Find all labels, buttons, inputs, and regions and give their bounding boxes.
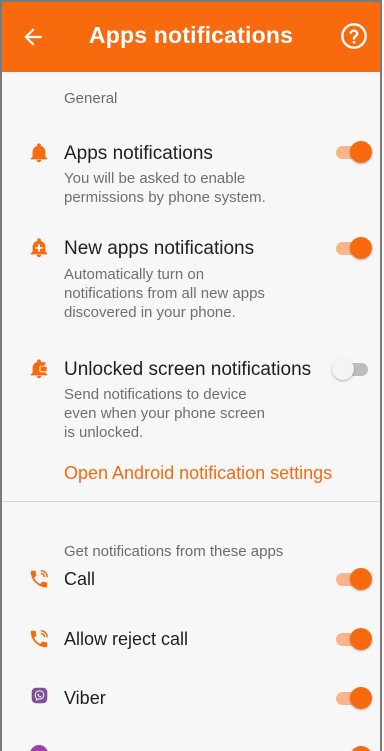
- section-apps-label: Get notifications from these apps: [64, 543, 284, 560]
- page-title: Apps notifications: [88, 22, 294, 48]
- app-icon: [30, 745, 48, 751]
- app-call-toggle[interactable]: [334, 568, 372, 590]
- toggle-knob: [350, 237, 372, 259]
- new-apps-notifications-toggle[interactable]: [334, 237, 372, 259]
- toggle-knob: [350, 746, 372, 751]
- toggle-knob: [350, 628, 372, 650]
- phone-reject-icon: [30, 630, 48, 648]
- app-toggle-partial[interactable]: [334, 746, 372, 751]
- toggle-knob: [350, 141, 372, 163]
- app-call-label: Call: [64, 569, 96, 589]
- apps-notifications-title: Apps notifications: [64, 143, 213, 164]
- screen: Apps notifications General Apps notifica…: [0, 0, 382, 751]
- unlocked-screen-notifications-toggle[interactable]: [332, 358, 370, 380]
- divider: [2, 501, 380, 502]
- new-apps-notifications-title: New apps notifications: [64, 238, 255, 259]
- desc-line: Send notifications to device: [64, 386, 247, 403]
- desc-line: permissions by phone system.: [64, 189, 266, 206]
- apps-notifications-toggle[interactable]: [334, 141, 372, 163]
- app-viber-toggle[interactable]: [334, 687, 372, 709]
- app-viber-label: Viber: [64, 688, 106, 708]
- toggle-knob: [350, 687, 372, 709]
- app-allow-reject-call-toggle[interactable]: [334, 628, 372, 650]
- open-android-notification-settings-link[interactable]: Open Android notification settings: [64, 463, 332, 484]
- viber-icon: [31, 687, 48, 704]
- desc-line: is unlocked.: [64, 424, 144, 441]
- new-bell-icon: [30, 238, 48, 258]
- app-allow-reject-call-label: Allow reject call: [64, 629, 189, 649]
- unlocked-screen-notifications-title: Unlocked screen notifications: [64, 359, 312, 380]
- apps-notifications-desc: You will be asked to enable permissions …: [64, 169, 266, 207]
- new-apps-notifications-desc: Automatically turn on notifications from…: [64, 265, 265, 322]
- section-general-label: General: [64, 90, 118, 107]
- desc-line: Automatically turn on: [64, 266, 205, 283]
- desc-line: notifications from all new apps: [64, 285, 265, 302]
- app-bar: Apps notifications: [2, 2, 380, 72]
- help-circle-icon[interactable]: [340, 22, 368, 50]
- desc-line: even when your phone screen: [64, 405, 265, 422]
- desc-line: discovered in your phone.: [64, 304, 236, 321]
- unlocked-bell-icon: [30, 359, 48, 379]
- unlocked-screen-notifications-desc: Send notifications to device even when y…: [64, 385, 265, 442]
- toggle-knob: [332, 358, 354, 380]
- toggle-knob: [350, 568, 372, 590]
- desc-line: You will be asked to enable: [64, 170, 246, 187]
- phone-icon: [30, 570, 48, 588]
- bell-icon: [30, 143, 48, 163]
